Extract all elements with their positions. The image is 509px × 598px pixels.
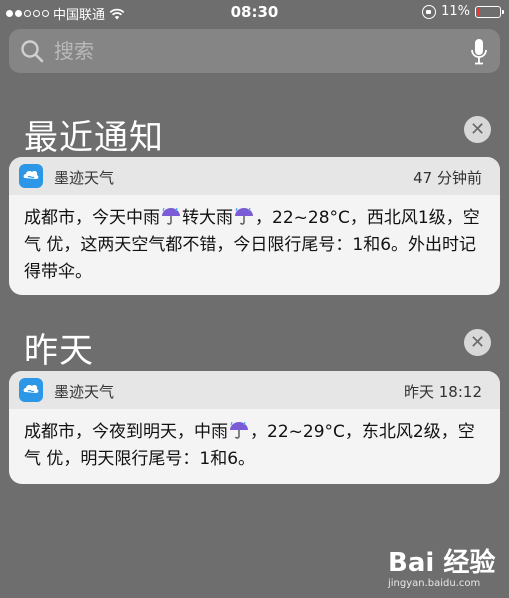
notification-time: 47 分钟前 — [413, 169, 482, 187]
umbrella-rain-icon — [235, 207, 253, 225]
battery-icon — [475, 5, 504, 18]
search-icon — [21, 40, 44, 63]
battery-percent: 11% — [441, 4, 470, 19]
notification-body: 成都市，今夜到明天，中雨 ，22~29°C，东北风2级，空气 优，明天限行尾号：1… — [9, 409, 500, 484]
status-bar: 中国联通 08:30 11% — [0, 0, 509, 26]
search-bar[interactable] — [9, 29, 500, 73]
microphone-icon[interactable] — [470, 38, 488, 66]
notification-time: 昨天 18:12 — [404, 383, 482, 401]
notification-card[interactable]: 墨迹天气 47 分钟前 成都市，今天中雨 转大雨 ，22~28°C，西北风1级，空气… — [9, 157, 500, 295]
notification-text: 转大雨 — [182, 208, 233, 228]
search-input[interactable] — [54, 35, 454, 67]
watermark-brand: Bai 经验 — [388, 548, 496, 578]
close-icon: ✕ — [469, 331, 486, 353]
rotation-lock-icon — [422, 4, 437, 19]
moji-weather-app-icon — [19, 164, 43, 188]
app-name: 墨迹天气 — [54, 383, 115, 401]
app-name: 墨迹天气 — [54, 169, 115, 187]
moji-weather-app-icon — [19, 378, 43, 402]
notification-body: 成都市，今天中雨 转大雨 ，22~28°C，西北风1级，空气 优，这两天空气都不错，… — [9, 195, 500, 295]
clear-recent-button[interactable]: ✕ — [464, 116, 491, 143]
notification-text: 成都市，今夜到明天，中雨 — [24, 422, 228, 442]
close-icon: ✕ — [469, 118, 486, 140]
baidu-jingyan-watermark: Bai 经验 jingyan.baidu.com — [388, 540, 503, 590]
battery-level-fill — [477, 7, 479, 16]
status-right: 11% — [422, 4, 504, 19]
clear-yesterday-button[interactable]: ✕ — [464, 329, 491, 356]
section-title-yesterday: 昨天 — [24, 331, 94, 371]
notification-text: 成都市，今天中雨 — [24, 208, 160, 228]
umbrella-rain-icon — [162, 207, 180, 225]
notification-card[interactable]: 墨迹天气 昨天 18:12 成都市，今夜到明天，中雨 ，22~29°C，东北风2级… — [9, 371, 500, 484]
notification-header: 墨迹天气 47 分钟前 — [9, 157, 500, 195]
watermark-url: jingyan.baidu.com — [388, 578, 481, 589]
section-title-recent: 最近通知 — [24, 118, 164, 158]
notification-header: 墨迹天气 昨天 18:12 — [9, 371, 500, 409]
umbrella-rain-icon — [230, 421, 248, 439]
